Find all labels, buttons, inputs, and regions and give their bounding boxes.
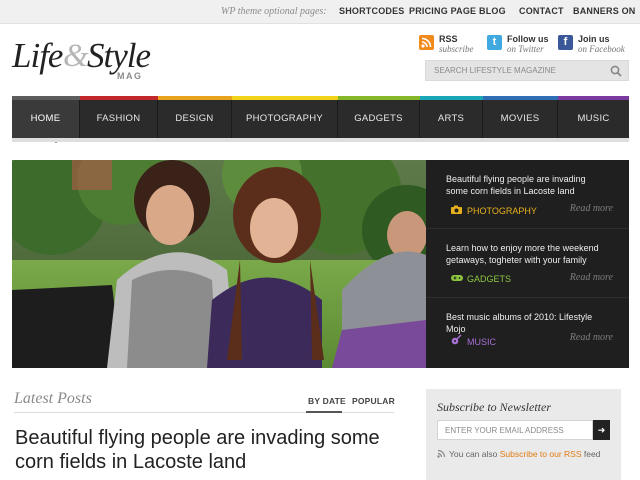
facebook-sublabel: on Facebook [578, 44, 625, 54]
nav-item-gadgets[interactable]: GADGETS [338, 100, 420, 138]
active-sort-indicator [306, 411, 342, 413]
search-icon[interactable] [610, 65, 622, 77]
slide-category-label: GADGETS [467, 274, 512, 284]
newsletter-title: Subscribe to Newsletter [437, 400, 551, 414]
main-nav: HOME FASHION DESIGN PHOTOGRAPHY GADGETS … [12, 96, 629, 143]
slide-item[interactable]: Best music albums of 2010: Lifestyle Moj… [426, 298, 629, 367]
logo-ampersand: & [63, 38, 89, 74]
nav-item-movies[interactable]: MOVIES [483, 100, 558, 138]
optional-pages-label: WP theme optional pages: [221, 6, 327, 17]
slide-category[interactable]: MUSIC [451, 334, 496, 348]
newsletter-email-field[interactable] [437, 420, 593, 440]
newsletter-foot-pre: You can also [449, 449, 498, 459]
logo-word-style: Style [87, 36, 151, 75]
nav-item-photography[interactable]: PHOTOGRAPHY [232, 100, 338, 138]
slide-category[interactable]: GADGETS [451, 274, 511, 285]
twitter-icon: t [487, 35, 502, 50]
nav-item-fashion[interactable]: FASHION [80, 100, 158, 138]
banners-on-link[interactable]: BANNERS ON [573, 6, 636, 16]
arrow-right-icon: ➜ [597, 425, 606, 435]
post-title-link[interactable]: Beautiful flying people are invading som… [15, 426, 395, 474]
featured-slider-list: Beautiful flying people are invading som… [426, 160, 629, 368]
shortcodes-link[interactable]: SHORTCODES [339, 6, 405, 16]
nav-item-design[interactable]: DESIGN [158, 100, 232, 138]
slide-item[interactable]: Learn how to enjoy more the weekend geta… [426, 229, 629, 298]
site-logo[interactable]: Life & Style MAG [12, 36, 162, 86]
rss-label: RSS [439, 34, 458, 44]
facebook-label: Join us [578, 34, 610, 44]
twitter-label: Follow us [507, 34, 549, 44]
hero-photo[interactable] [12, 160, 426, 368]
read-more-link[interactable]: Read more [570, 203, 613, 214]
blog-link[interactable]: BLOG [479, 6, 506, 16]
latest-posts-heading: Latest Posts [14, 390, 92, 407]
gamepad-icon [451, 274, 463, 285]
pricing-page-link[interactable]: PRICING PAGE [409, 6, 476, 16]
slide-category-label: MUSIC [467, 337, 496, 347]
search-box [425, 60, 629, 81]
contact-link[interactable]: CONTACT [519, 6, 564, 16]
top-bar: WP theme optional pages: SHORTCODES PRIC… [0, 0, 640, 24]
read-more-link[interactable]: Read more [570, 272, 613, 283]
newsletter-footer: You can also Subscribe to our RSS feed [437, 449, 600, 459]
logo-word-life: Life [12, 36, 63, 75]
slide-category-label: PHOTOGRAPHY [467, 206, 537, 216]
newsletter-submit-button[interactable]: ➜ [593, 420, 610, 440]
guitar-icon [451, 334, 462, 348]
rss-small-icon [437, 449, 446, 458]
sort-popular-tab[interactable]: POPULAR [352, 396, 395, 406]
nav-item-home[interactable]: HOME [12, 100, 80, 138]
newsletter-foot-post: feed [583, 449, 601, 459]
slide-item[interactable]: Beautiful flying people are invading som… [426, 160, 629, 229]
slide-title[interactable]: Learn how to enjoy more the weekend geta… [446, 242, 606, 266]
slide-category[interactable]: PHOTOGRAPHY [451, 205, 537, 217]
facebook-join-link[interactable]: f Join us on Facebook [558, 34, 630, 56]
facebook-icon: f [558, 35, 573, 50]
twitter-sublabel: on Twitter [507, 44, 544, 54]
rss-sublabel: subscribe [439, 44, 474, 54]
nav-item-music[interactable]: MUSIC [558, 100, 629, 138]
nav-underline [12, 138, 629, 142]
rss-icon [419, 35, 434, 50]
hero-photo-illustration [12, 160, 426, 368]
slide-title[interactable]: Beautiful flying people are invading som… [446, 173, 606, 197]
nav-item-arts[interactable]: ARTS [420, 100, 483, 138]
rss-subscribe-link[interactable]: RSS subscribe [419, 34, 479, 56]
twitter-follow-link[interactable]: t Follow us on Twitter [487, 34, 551, 56]
newsletter-widget: Subscribe to Newsletter ➜ You can also S… [426, 389, 621, 480]
search-input[interactable] [426, 61, 606, 80]
sort-by-date-tab[interactable]: BY DATE [308, 396, 346, 406]
read-more-link[interactable]: Read more [570, 332, 613, 343]
logo-mag: MAG [117, 71, 143, 81]
camera-icon [451, 205, 462, 217]
subscribe-rss-link[interactable]: Subscribe to our RSS [500, 449, 582, 459]
